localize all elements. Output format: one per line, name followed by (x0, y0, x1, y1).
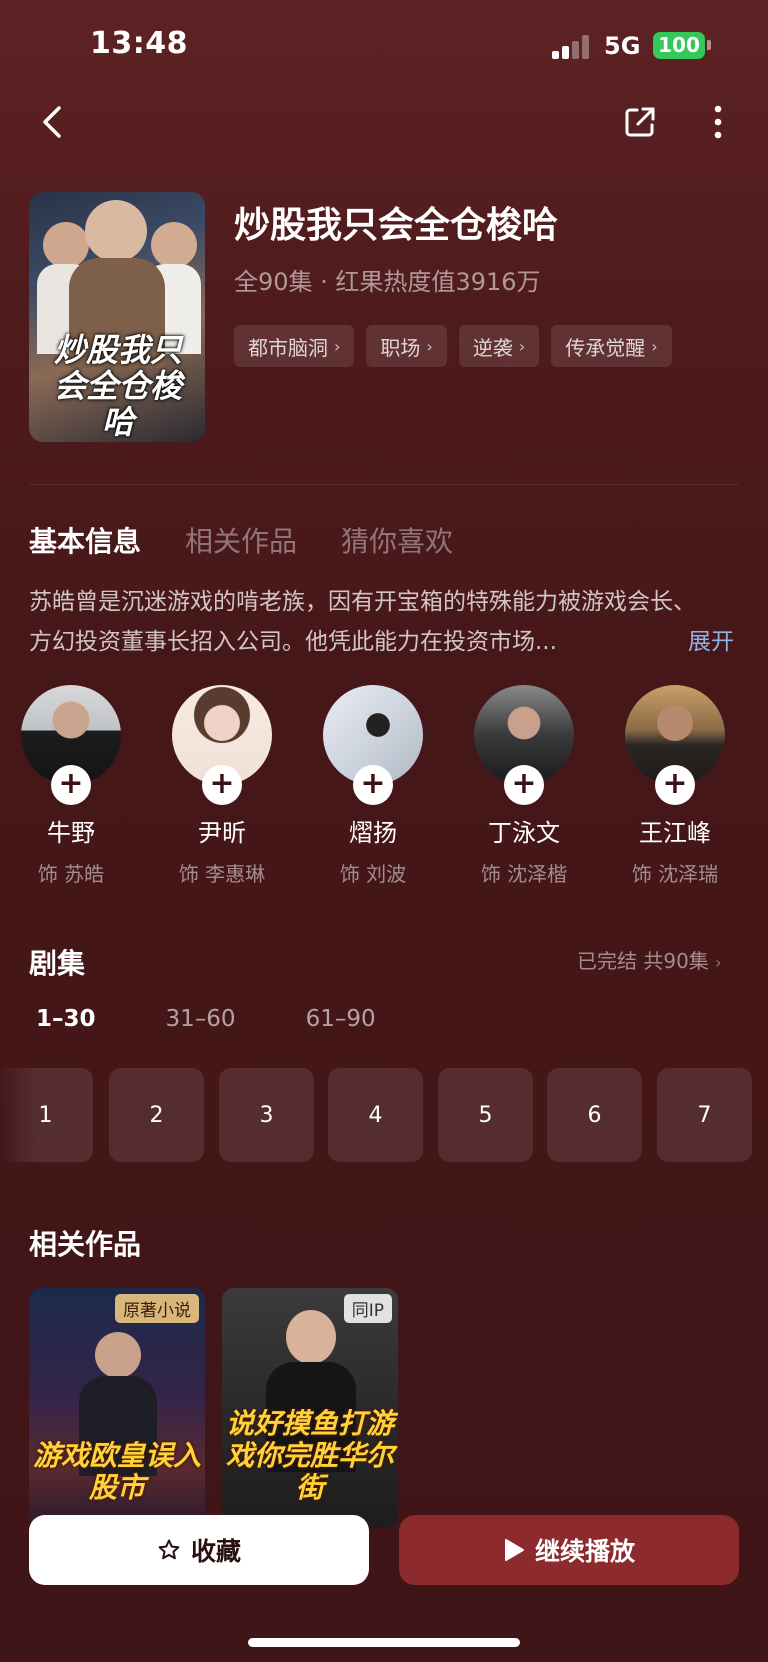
back-button[interactable] (30, 100, 74, 144)
follow-plus-icon[interactable]: + (353, 765, 393, 805)
cast-list: + 牛野 饰 苏皓 + 尹昕 饰 李惠琳 + 熠扬 饰 刘波 + 丁泳文 饰 沈… (0, 685, 768, 887)
more-vertical-icon (714, 105, 722, 139)
tag-label: 逆袭 (472, 335, 513, 360)
episode-button[interactable]: 2 (109, 1068, 204, 1162)
share-button[interactable] (618, 100, 662, 144)
chevron-right-icon: › (651, 336, 658, 356)
cast-member[interactable]: + 王江峰 饰 沈泽瑞 (600, 685, 750, 887)
episode-grid: 1 2 3 4 5 6 7 (0, 1068, 768, 1162)
range-tab[interactable]: 61–90 (306, 1006, 376, 1032)
share-icon (625, 107, 655, 137)
cast-name: 尹昕 (198, 819, 246, 847)
related-badge: 同IP (343, 1294, 392, 1323)
episode-button[interactable]: 5 (438, 1068, 533, 1162)
follow-plus-icon[interactable]: + (202, 765, 242, 805)
tag-label: 都市脑洞 (248, 335, 328, 360)
tag-label: 传承觉醒 (565, 335, 646, 360)
cast-name: 牛野 (47, 819, 95, 847)
drama-poster[interactable]: 炒股我只会全仓梭哈 (29, 192, 205, 442)
signal-icon (552, 35, 592, 59)
tab-basic-info[interactable]: 基本信息 (29, 520, 141, 560)
synopsis: 苏皓曾是沉迷游戏的啃老族，因有开宝箱的特殊能力被游戏会长、方幻投资董事长招入公司… (29, 589, 696, 655)
cast-name: 丁泳文 (488, 819, 560, 847)
home-indicator[interactable] (248, 1638, 520, 1647)
continue-play-label: 继续播放 (534, 1537, 635, 1566)
cast-role: 饰 李惠琳 (178, 862, 266, 886)
tag-item[interactable]: 逆袭 › (458, 325, 540, 367)
cast-role: 饰 沈泽瑞 (631, 862, 719, 886)
drama-title: 炒股我只会全仓梭哈 (234, 205, 559, 246)
related-card[interactable]: 原著小说 游戏欧皇误入股市 (29, 1288, 205, 1528)
related-card[interactable]: 同IP 说好摸鱼打游戏你完胜华尔街 (222, 1288, 398, 1528)
info-tabs: 基本信息 相关作品 猜你喜欢 (29, 520, 453, 560)
tag-list: 都市脑洞 › 职场 › 逆袭 › 传承觉醒 › (234, 325, 672, 367)
poster-title: 炒股我只会全仓梭哈 (53, 331, 182, 441)
battery-tip (707, 40, 711, 50)
network-label: 5G (604, 32, 641, 60)
cast-role: 饰 沈泽楷 (480, 862, 568, 886)
episodes-status: 已完结 共90集 (577, 949, 709, 973)
related-badge: 原著小说 (115, 1294, 199, 1323)
chevron-right-icon: › (426, 336, 433, 356)
tag-item[interactable]: 都市脑洞 › (234, 325, 355, 367)
tab-recommendations[interactable]: 猜你喜欢 (341, 520, 453, 560)
tag-label: 职场 (380, 335, 421, 360)
expand-link[interactable]: 展开 (688, 622, 734, 656)
related-poster-title: 说好摸鱼打游戏你完胜华尔街 (225, 1407, 394, 1504)
follow-plus-icon[interactable]: + (51, 765, 91, 805)
episode-ranges: 1–30 31–60 61–90 (36, 1006, 376, 1032)
episode-button[interactable]: 6 (547, 1068, 642, 1162)
drama-meta: 全90集 · 红果热度值3916万 (234, 268, 541, 296)
favorite-label: 收藏 (190, 1537, 241, 1566)
follow-plus-icon[interactable]: + (655, 765, 695, 805)
star-icon (158, 1539, 180, 1560)
cast-member[interactable]: + 牛野 饰 苏皓 (0, 685, 146, 887)
episode-button[interactable]: 1 (0, 1068, 93, 1162)
chevron-left-icon (43, 106, 61, 138)
cast-member[interactable]: + 尹昕 饰 李惠琳 (147, 685, 297, 887)
range-tab[interactable]: 1–30 (36, 1006, 96, 1032)
episode-button[interactable]: 7 (657, 1068, 752, 1162)
divider (29, 484, 739, 485)
continue-play-button[interactable]: 继续播放 (399, 1515, 739, 1585)
battery-indicator: 100 (653, 32, 705, 59)
cast-role: 饰 刘波 (339, 862, 407, 886)
cast-member[interactable]: + 丁泳文 饰 沈泽楷 (449, 685, 599, 887)
chevron-right-icon: › (334, 336, 341, 356)
episodes-heading: 剧集 (29, 947, 86, 980)
tab-related-works[interactable]: 相关作品 (185, 520, 297, 560)
range-tab[interactable]: 31–60 (166, 1006, 236, 1032)
cast-name: 王江峰 (639, 819, 711, 847)
tag-item[interactable]: 职场 › (366, 325, 447, 367)
cast-role: 饰 苏皓 (37, 862, 105, 886)
episode-button[interactable]: 3 (219, 1068, 314, 1162)
favorite-button[interactable]: 收藏 (29, 1515, 369, 1585)
play-icon (504, 1539, 524, 1561)
episodes-status-link[interactable]: 已完结 共90集 › (577, 945, 722, 974)
chevron-right-icon: › (518, 336, 526, 356)
related-heading: 相关作品 (29, 1228, 142, 1261)
cast-member[interactable]: + 熠扬 饰 刘波 (298, 685, 448, 887)
related-poster-title: 游戏欧皇误入股市 (32, 1439, 201, 1504)
tag-item[interactable]: 传承觉醒 › (551, 325, 672, 367)
status-time: 13:48 (90, 26, 188, 61)
cast-name: 熠扬 (349, 819, 397, 847)
episode-button[interactable]: 4 (328, 1068, 423, 1162)
chevron-right-icon: › (715, 953, 722, 972)
more-button[interactable] (700, 100, 736, 144)
follow-plus-icon[interactable]: + (504, 765, 544, 805)
